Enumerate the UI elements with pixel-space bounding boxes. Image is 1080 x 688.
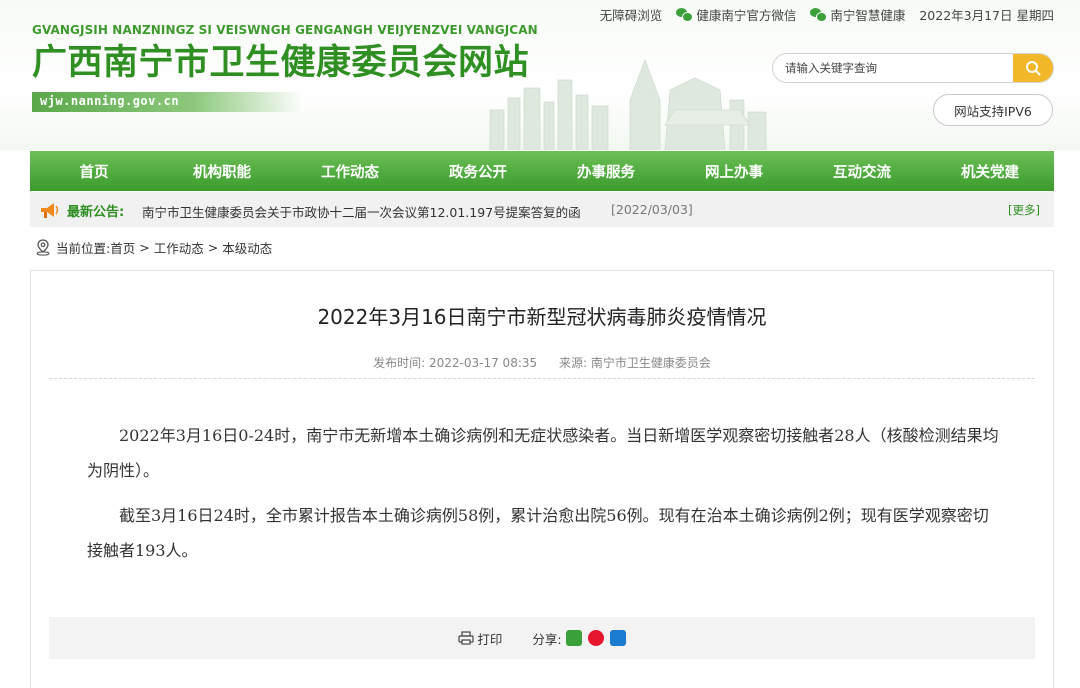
current-date: 2022年3月17日 星期四 bbox=[919, 7, 1054, 23]
site-pinyin-title: GVANGJSIH NANZNINGZ SI VEISWNGH GENGANGH… bbox=[32, 23, 538, 37]
nav-item-functions[interactable]: 机构职能 bbox=[158, 151, 286, 191]
article-divider bbox=[49, 378, 1035, 379]
notice-label: 最新公告: bbox=[67, 205, 125, 220]
domain-bar: wjw.nanning.gov.cn bbox=[32, 92, 302, 112]
wechat-icon bbox=[810, 8, 828, 22]
publish-time: 2022-03-17 08:35 bbox=[429, 356, 538, 370]
breadcrumb-separator: > bbox=[139, 239, 150, 255]
breadcrumb-label: 当前位置: bbox=[56, 240, 111, 256]
site-title[interactable]: 广西南宁市卫生健康委员会网站 bbox=[32, 41, 529, 85]
search-box bbox=[772, 53, 1054, 83]
nav-item-work-news[interactable]: 工作动态 bbox=[286, 151, 414, 191]
nav-item-public-affairs[interactable]: 政务公开 bbox=[414, 151, 542, 191]
smart-health-link[interactable]: 南宁智慧健康 bbox=[810, 5, 905, 24]
print-button[interactable]: 打印 bbox=[458, 629, 502, 648]
nav-item-home[interactable]: 首页 bbox=[30, 151, 158, 191]
accessibility-link[interactable]: 无障碍浏览 bbox=[600, 5, 663, 24]
printer-icon bbox=[458, 631, 474, 645]
location-pin-icon bbox=[36, 239, 50, 256]
notice-bar: 最新公告: 南宁市卫生健康委员会关于市政协十二届一次会议第12.01.197号提… bbox=[30, 192, 1054, 227]
article-paragraph: 截至3月16日24时，全市累计报告本土确诊病例58例，累计治愈出院56例。现有在… bbox=[87, 506, 989, 560]
ipv6-badge[interactable]: 网站支持IPV6 bbox=[933, 94, 1053, 126]
weibo-share-icon[interactable] bbox=[587, 630, 604, 646]
megaphone-icon bbox=[41, 203, 59, 218]
breadcrumb-separator: > bbox=[207, 239, 219, 255]
nav-item-interaction[interactable]: 互动交流 bbox=[798, 151, 926, 191]
wechat-share-icon[interactable] bbox=[565, 630, 582, 646]
wechat-icon bbox=[676, 8, 694, 22]
notice-more-link[interactable]: [更多] bbox=[1008, 202, 1040, 218]
notice-date: [2022/03/03] bbox=[611, 202, 693, 217]
site-header: GVANGJSIH NANZNINGZ SI VEISWNGH GENGANGH… bbox=[0, 0, 1080, 150]
wechat-official-link[interactable]: 健康南宁官方微信 bbox=[676, 5, 796, 24]
qq-share-icon[interactable] bbox=[609, 630, 626, 646]
breadcrumb-item-home[interactable]: 首页 bbox=[110, 238, 135, 257]
print-label: 打印 bbox=[477, 631, 503, 647]
nav-item-online-services[interactable]: 网上办事 bbox=[670, 151, 798, 191]
source-label: 来源: bbox=[558, 356, 588, 370]
breadcrumb-item-work-news[interactable]: 工作动态 bbox=[154, 238, 204, 257]
search-input[interactable] bbox=[773, 54, 1017, 82]
breadcrumb-item-local-news[interactable]: 本级动态 bbox=[222, 238, 272, 257]
share-label: 分享: bbox=[532, 631, 562, 647]
nav-item-party-building[interactable]: 机关党建 bbox=[926, 151, 1054, 191]
site-domain: wjw.nanning.gov.cn bbox=[40, 94, 180, 108]
breadcrumb: 当前位置: 首页 > 工作动态 > 本级动态 bbox=[34, 237, 272, 257]
main-nav: 首页 机构职能 工作动态 政务公开 办事服务 网上办事 互动交流 机关党建 bbox=[30, 151, 1054, 191]
top-links: 无障碍浏览 健康南宁官方微信 南宁智慧健康 2022年3月17日 星期四 bbox=[600, 5, 1054, 23]
nav-item-services[interactable]: 办事服务 bbox=[542, 151, 670, 191]
smart-health-label: 南宁智慧健康 bbox=[830, 7, 906, 23]
article-paragraph: 2022年3月16日0-24时，南宁市无新增本土确诊病例和无症状感染者。当日新增… bbox=[87, 426, 999, 480]
publish-time-label: 发布时间: bbox=[373, 356, 426, 370]
search-button[interactable] bbox=[1013, 54, 1053, 82]
article-meta: 发布时间: 2022-03-17 08:35 来源: 南宁市卫生健康委员会 bbox=[31, 354, 1053, 371]
notice-link[interactable]: 南宁市卫生健康委员会关于市政协十二届一次会议第12.01.197号提案答复的函 bbox=[142, 202, 581, 221]
article-body: 2022年3月16日0-24时，南宁市无新增本土确诊病例和无症状感染者。当日新增… bbox=[87, 418, 1002, 578]
article-title: 2022年3月16日南宁市新型冠状病毒肺炎疫情情况 bbox=[317, 305, 767, 329]
wechat-official-label: 健康南宁官方微信 bbox=[696, 7, 797, 23]
search-icon bbox=[1026, 61, 1041, 76]
article-panel: 2022年3月16日南宁市新型冠状病毒肺炎疫情情况 发布时间: 2022-03-… bbox=[30, 270, 1054, 688]
article-source: 南宁市卫生健康委员会 bbox=[590, 356, 711, 370]
article-tools: 打印 分享: bbox=[49, 617, 1035, 659]
